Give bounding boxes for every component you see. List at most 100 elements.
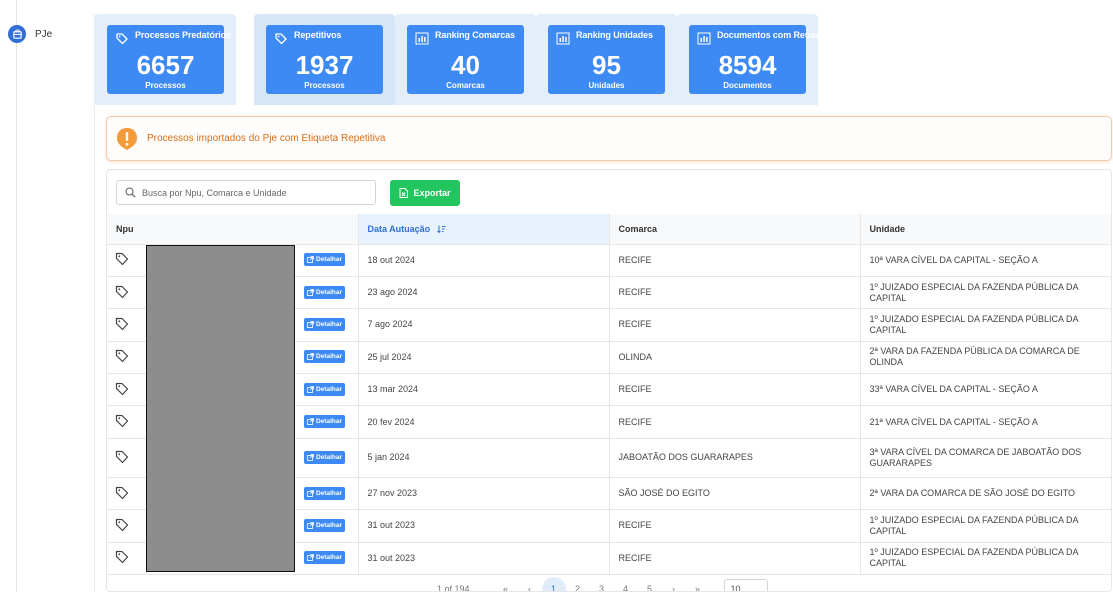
- detail-button[interactable]: Detalhar: [304, 317, 345, 331]
- summary-card: Ranking Comarcas 40 Comarcas: [407, 25, 524, 94]
- card-title: Processos Predatórios: [135, 30, 231, 40]
- exclamation-icon: [116, 127, 138, 151]
- card-value: 40: [451, 50, 480, 80]
- tab-ranking-unidades[interactable]: Ranking Unidades 95 Unidades: [536, 14, 677, 105]
- card-unit: Processos: [145, 81, 186, 90]
- unidade-cell: 1º JUIZADO ESPECIAL DA FAZENDA PÚBLICA D…: [860, 276, 1111, 310]
- tab-ranking-comarcas[interactable]: Ranking Comarcas 40 Comarcas: [395, 14, 536, 105]
- comarca-cell: OLINDA: [609, 341, 861, 375]
- alert-message: Processos importados do Pje com Etiqueta…: [147, 133, 386, 144]
- column-header-npu[interactable]: Npu: [107, 214, 359, 245]
- export-button[interactable]: Exportar: [390, 180, 460, 206]
- unidade-cell: 10ª VARA CÍVEL DA CAPITAL - SEÇÃO A: [860, 244, 1111, 277]
- external-link-icon: [307, 385, 314, 393]
- detail-button[interactable]: Detalhar: [304, 551, 345, 565]
- detail-button[interactable]: Detalhar: [304, 415, 345, 429]
- detail-label: Detalhar: [315, 320, 342, 328]
- left-rail: [0, 0, 17, 592]
- page-3-button[interactable]: 3: [590, 584, 614, 591]
- comarca-cell: RECIFE: [609, 509, 861, 543]
- comarca-cell: SÃO JOSÉ DO EGITO: [609, 477, 861, 511]
- column-header-unidade[interactable]: Unidade: [860, 214, 1111, 245]
- detail-label: Detalhar: [315, 554, 342, 562]
- detail-label: Detalhar: [315, 353, 342, 361]
- card-title: Repetitivos: [294, 30, 342, 40]
- tag-icon: [115, 550, 129, 564]
- external-link-icon: [307, 353, 314, 361]
- card-unit: Comarcas: [446, 81, 485, 90]
- first-page-button[interactable]: «: [494, 584, 518, 591]
- prev-page-button[interactable]: ‹: [518, 584, 542, 591]
- page-size-select[interactable]: 10: [723, 579, 768, 591]
- data-autuacao-cell: 27 nov 2023: [358, 477, 610, 511]
- detail-label: Detalhar: [315, 521, 342, 529]
- unidade-cell: 1º JUIZADO ESPECIAL DA FAZENDA PÚBLICA D…: [860, 542, 1111, 576]
- external-link-icon: [307, 554, 314, 562]
- detail-label: Detalhar: [315, 418, 342, 426]
- processos-table-card: Exportar Npu Data Autuação Comarca Unida…: [106, 169, 1112, 592]
- unidade-cell: 33ª VARA CÍVEL DA CAPITAL - SEÇÃO A: [860, 373, 1111, 407]
- detail-button[interactable]: Detalhar: [304, 518, 345, 532]
- data-autuacao-cell: 7 ago 2024: [358, 308, 610, 342]
- comarca-cell: RECIFE: [609, 405, 861, 439]
- bar-chart-icon: [415, 32, 429, 45]
- tab-repetitivos[interactable]: Repetitivos 1937 Processos: [254, 14, 395, 105]
- detail-button[interactable]: Detalhar: [304, 382, 345, 396]
- tag-icon: [115, 414, 129, 428]
- page-5-button[interactable]: 5: [638, 584, 662, 591]
- pagination: 1 of 194 « ‹ 1 2 3 4 5 › » 10: [437, 576, 768, 592]
- unidade-cell: 3ª VARA CÍVEL DA COMARCA DE JABOATÃO DOS…: [860, 438, 1111, 478]
- next-page-button[interactable]: ›: [662, 584, 686, 591]
- column-header-comarca[interactable]: Comarca: [609, 214, 861, 245]
- detail-label: Detalhar: [315, 453, 342, 461]
- card-value: 6657: [136, 50, 195, 80]
- pagination-info: 1 of 194: [437, 584, 470, 592]
- bar-chart-icon: [556, 32, 570, 45]
- tab-processos-predatorios[interactable]: Processos Predatórios 6657 Processos: [95, 14, 236, 105]
- external-link-icon: [307, 418, 314, 426]
- external-link-icon: [307, 321, 314, 328]
- card-value: 8594: [718, 50, 777, 80]
- tag-icon: [115, 32, 129, 45]
- detail-button[interactable]: Detalhar: [304, 450, 345, 464]
- comarca-cell: RECIFE: [609, 244, 861, 277]
- page-1-button[interactable]: 1: [541, 577, 566, 591]
- comarca-cell: RECIFE: [609, 276, 861, 310]
- page-4-button[interactable]: 4: [614, 584, 638, 591]
- external-link-icon: [307, 256, 314, 264]
- detail-label: Detalhar: [315, 385, 342, 393]
- file-excel-icon: [399, 188, 409, 198]
- data-autuacao-cell: 20 fev 2024: [358, 405, 610, 439]
- data-autuacao-cell: 25 jul 2024: [358, 341, 610, 375]
- detail-button[interactable]: Detalhar: [304, 350, 345, 364]
- redacted-npu-block: [146, 245, 295, 572]
- page-2-button[interactable]: 2: [566, 584, 590, 591]
- detail-label: Detalhar: [315, 489, 342, 497]
- comarca-cell: RECIFE: [609, 542, 861, 576]
- data-autuacao-cell: 18 out 2024: [358, 244, 610, 277]
- app-icon: [8, 25, 26, 43]
- data-autuacao-cell: 23 ago 2024: [358, 276, 610, 310]
- card-title: Documentos com Reuso: [717, 30, 821, 40]
- summary-card: Processos Predatórios 6657 Processos: [107, 25, 231, 94]
- summary-card: Ranking Unidades 95 Unidades: [548, 25, 665, 94]
- main-panel: Processos Predatórios 6657 Processos Rep…: [94, 14, 1113, 592]
- detail-button[interactable]: Detalhar: [304, 253, 345, 267]
- search-icon: [125, 187, 136, 198]
- app-switcher[interactable]: PJe: [8, 25, 52, 43]
- external-link-icon: [307, 489, 314, 497]
- data-autuacao-cell: 31 out 2023: [358, 509, 610, 543]
- tab-documentos-com-reuso[interactable]: Documentos com Reuso 8594 Documentos: [677, 14, 821, 105]
- comarca-cell: RECIFE: [609, 308, 861, 342]
- card-title: Ranking Unidades: [576, 30, 653, 40]
- unidade-cell: 1º JUIZADO ESPECIAL DA FAZENDA PÚBLICA D…: [860, 509, 1111, 543]
- summary-tabs: Processos Predatórios 6657 Processos Rep…: [95, 14, 1113, 105]
- column-header-data-autuacao[interactable]: Data Autuação: [358, 214, 610, 245]
- last-page-button[interactable]: »: [686, 584, 710, 591]
- detail-button[interactable]: Detalhar: [304, 285, 345, 299]
- bar-chart-icon: [697, 32, 711, 45]
- tag-icon: [115, 317, 129, 331]
- detail-button[interactable]: Detalhar: [304, 486, 345, 500]
- search-input[interactable]: [142, 187, 362, 198]
- tag-icon: [115, 486, 129, 500]
